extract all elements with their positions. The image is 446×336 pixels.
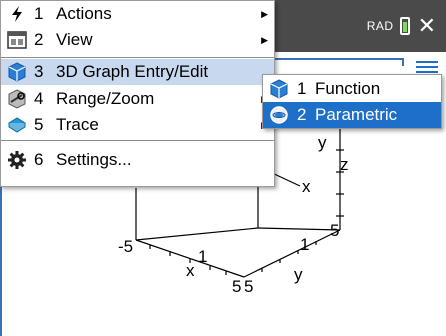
x-axis-label: x (302, 177, 311, 196)
menu-item-range-zoom[interactable]: 4 Range/Zoom ▶ (1, 86, 274, 112)
menu-divider (1, 140, 274, 141)
tick-label: 1 (300, 235, 309, 254)
gear-icon (6, 149, 28, 171)
submenu: 1 Function 2 Parametric (262, 74, 442, 129)
menu-divider (1, 57, 274, 58)
tick-label: 5 (244, 277, 253, 296)
angle-mode-label: RAD (366, 19, 394, 33)
menu-item-label: Settings... (56, 150, 132, 169)
menu-item-number: 5 (34, 115, 44, 134)
tick-label: 5 (232, 277, 241, 296)
submenu-item-parametric[interactable]: 2 Parametric (263, 102, 441, 128)
menu-item-number: 6 (34, 150, 44, 169)
battery-icon (399, 17, 410, 35)
axis-box-edge (135, 227, 259, 241)
context-menu: 1 Actions ▶ 2 View ▶ 3 3D Graph Entry/Ed… (0, 0, 275, 187)
menu-item-number: 1 (34, 4, 44, 23)
menu-item-label: Actions (56, 4, 112, 23)
submenu-arrow-icon: ▶ (261, 8, 268, 19)
menu-item-number: 2 (34, 30, 44, 49)
submenu-item-number: 1 (297, 79, 307, 98)
view-icon (6, 29, 28, 51)
menu-item-actions[interactable]: 1 Actions ▶ (1, 1, 274, 27)
menu-item-3d-graph-entry[interactable]: 3 3D Graph Entry/Edit (1, 59, 274, 85)
axis-box-edge (257, 227, 341, 231)
trace-icon (6, 114, 28, 136)
menu-item-label: View (56, 30, 93, 49)
3d-function-icon (268, 78, 290, 100)
submenu-item-label: Parametric (315, 105, 398, 124)
submenu-item-number: 2 (297, 105, 307, 124)
menu-item-number: 4 (34, 89, 44, 108)
close-button[interactable]: ✕ (418, 15, 436, 37)
submenu-item-function[interactable]: 1 Function (263, 76, 441, 102)
y-axis-front (243, 229, 341, 278)
submenu-item-label: Function (315, 79, 381, 98)
menu-item-settings[interactable]: 6 Settings... (1, 147, 274, 173)
menu-item-label: Trace (56, 115, 99, 134)
z-axis-label: z (340, 155, 349, 174)
3d-parametric-icon (268, 104, 290, 126)
menu-item-label: 3D Graph Entry/Edit (56, 62, 209, 81)
lightning-icon (6, 3, 28, 25)
tick-label: 5 (330, 221, 339, 240)
range-zoom-icon (6, 88, 28, 110)
menu-item-number: 3 (34, 62, 44, 81)
x-axis-label-2: x (186, 261, 195, 280)
tick-label: -5 (118, 237, 133, 256)
menu-item-label: Range/Zoom (56, 89, 155, 108)
submenu-arrow-icon: ▶ (261, 34, 268, 45)
3d-graph-icon (6, 61, 28, 83)
menu-item-trace[interactable]: 5 Trace ▶ (1, 112, 274, 138)
tick-label: 1 (198, 247, 207, 266)
y-axis-label-2: y (294, 265, 303, 284)
y-axis-label: y (318, 133, 327, 152)
status-area: RAD ✕ (367, 0, 436, 52)
menu-item-view[interactable]: 2 View ▶ (1, 27, 274, 53)
